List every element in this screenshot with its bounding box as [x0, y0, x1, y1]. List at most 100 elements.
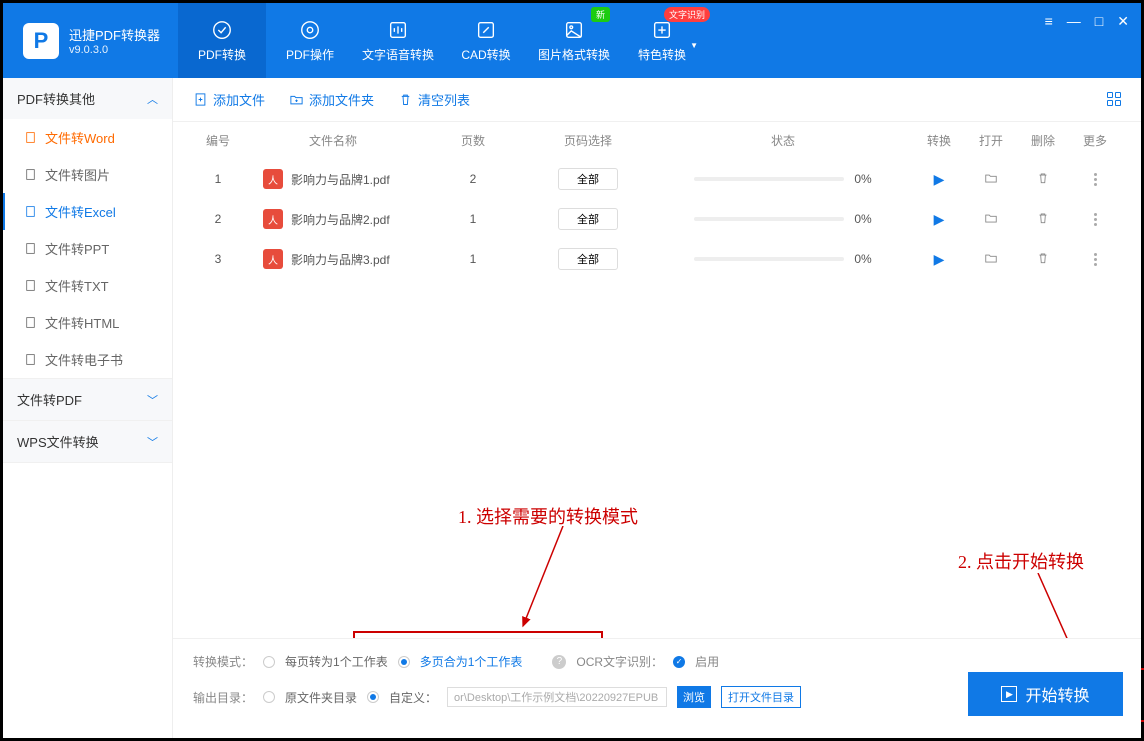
nav-tab-cad[interactable]: CAD转换 [442, 3, 530, 78]
file-icon [23, 131, 37, 145]
nav-tab-label: 文字语音转换 [362, 46, 434, 63]
col-index: 编号 [193, 132, 243, 149]
pdf-icon: 人 [263, 249, 283, 269]
out-opt-label[interactable]: 自定义： [389, 689, 437, 706]
col-more: 更多 [1069, 132, 1121, 149]
sidebar-section-file-to-pdf[interactable]: 文件转PDF ﹀ [3, 379, 172, 420]
radio-mode-merge[interactable] [398, 656, 410, 668]
more-icon[interactable] [1069, 253, 1121, 266]
sidebar-item-excel[interactable]: 文件转Excel [3, 193, 172, 230]
content-area: 添加文件 添加文件夹 清空列表 编号 文件名称 页数 页码选择 状态 转换 打开… [173, 78, 1141, 738]
open-folder-icon[interactable] [984, 174, 998, 188]
app-title: 迅捷PDF转换器 [69, 25, 160, 44]
ocr-label: OCR文字识别： [576, 653, 663, 670]
sidebar-section-label: 文件转PDF [17, 390, 82, 409]
cad-icon [474, 18, 498, 42]
add-file-button[interactable]: 添加文件 [193, 90, 265, 109]
radio-out-custom[interactable] [367, 691, 379, 703]
table-header: 编号 文件名称 页数 页码选择 状态 转换 打开 删除 更多 [173, 122, 1141, 159]
mode-label: 转换模式： [193, 653, 253, 670]
start-convert-button[interactable]: ▶ 开始转换 [968, 672, 1123, 716]
open-folder-icon[interactable] [984, 214, 998, 228]
convert-play-icon[interactable]: ▶ [934, 171, 945, 187]
page-select-button[interactable]: 全部 [558, 248, 618, 270]
nav-tab-label: PDF转换 [198, 46, 246, 63]
mode-opt-label[interactable]: 多页合为1个工作表 [420, 653, 523, 670]
col-convert: 转换 [913, 132, 965, 149]
add-folder-button[interactable]: 添加文件夹 [289, 90, 374, 109]
row-index: 1 [193, 172, 243, 186]
sidebar-section-label: WPS文件转换 [17, 432, 99, 451]
radio-out-original[interactable] [263, 691, 275, 703]
nav-tab-special[interactable]: 文字识别 特色转换 ▼ [618, 3, 706, 78]
convert-play-icon[interactable]: ▶ [934, 251, 945, 267]
more-icon[interactable] [1069, 213, 1121, 226]
table-row: 1 人 影响力与品牌1.pdf 2 全部 0% ▶ [173, 159, 1141, 199]
delete-icon[interactable] [1036, 174, 1050, 188]
more-icon[interactable] [1069, 173, 1121, 186]
sidebar: PDF转换其他 ︿ 文件转Word 文件转图片 文件转Excel 文件转PPT [3, 78, 173, 738]
app-logo-icon: P [23, 23, 59, 59]
file-icon [23, 205, 37, 219]
close-icon[interactable]: ✕ [1117, 13, 1129, 30]
annotation-1: 1. 选择需要的转换模式 [458, 503, 638, 529]
nav-tab-text-voice[interactable]: 文字语音转换 [354, 3, 442, 78]
ocr-checkbox[interactable]: ✓ [673, 656, 685, 668]
folder-plus-icon [289, 92, 304, 107]
sidebar-item-label: 文件转图片 [45, 165, 110, 184]
minimize-icon[interactable]: — [1067, 13, 1081, 30]
row-filename: 人 影响力与品牌1.pdf [243, 169, 423, 189]
nav-tab-label: CAD转换 [461, 46, 510, 63]
output-label: 输出目录： [193, 689, 253, 706]
progress-text: 0% [854, 252, 871, 266]
table-row: 2 人 影响力与品牌2.pdf 1 全部 0% ▶ [173, 199, 1141, 239]
sidebar-section-label: PDF转换其他 [17, 89, 95, 108]
page-select-button[interactable]: 全部 [558, 168, 618, 190]
row-filename: 人 影响力与品牌2.pdf [243, 209, 423, 229]
open-folder-button[interactable]: 打开文件目录 [721, 686, 801, 708]
sidebar-section-wps[interactable]: WPS文件转换 ﹀ [3, 421, 172, 462]
progress-bar [694, 217, 844, 221]
sidebar-item-label: 文件转电子书 [45, 350, 123, 369]
window-controls: ≡ — □ ✕ [1045, 13, 1129, 30]
radio-mode-per-page[interactable] [263, 656, 275, 668]
col-delete: 删除 [1017, 132, 1069, 149]
annotation-2: 2. 点击开始转换 [958, 548, 1084, 574]
sidebar-item-ebook[interactable]: 文件转电子书 [3, 341, 172, 378]
open-folder-icon[interactable] [984, 254, 998, 268]
output-path-input[interactable] [447, 687, 667, 707]
maximize-icon[interactable]: □ [1095, 13, 1103, 30]
nav-tab-label: 图片格式转换 [538, 46, 610, 63]
delete-icon[interactable] [1036, 214, 1050, 228]
sidebar-item-html[interactable]: 文件转HTML [3, 304, 172, 341]
sidebar-item-label: 文件转PPT [45, 239, 109, 258]
chevron-down-icon: ﹀ [147, 392, 158, 408]
view-grid-icon[interactable] [1107, 92, 1121, 106]
out-opt-label[interactable]: 原文件夹目录 [285, 689, 357, 706]
browse-button[interactable]: 浏览 [677, 686, 711, 708]
sidebar-item-label: 文件转HTML [45, 313, 119, 332]
sidebar-item-ppt[interactable]: 文件转PPT [3, 230, 172, 267]
file-icon [23, 279, 37, 293]
pdf-icon: 人 [263, 209, 283, 229]
badge-ocr: 文字识别 [664, 7, 710, 22]
sidebar-item-word[interactable]: 文件转Word [3, 119, 172, 156]
nav-tab-pdf-operate[interactable]: PDF操作 [266, 3, 354, 78]
menu-icon[interactable]: ≡ [1045, 13, 1053, 30]
col-page-select: 页码选择 [523, 132, 653, 149]
clear-list-button[interactable]: 清空列表 [398, 90, 470, 109]
delete-icon[interactable] [1036, 254, 1050, 268]
sidebar-item-image[interactable]: 文件转图片 [3, 156, 172, 193]
help-icon[interactable]: ? [552, 655, 566, 669]
convert-play-icon[interactable]: ▶ [934, 211, 945, 227]
mode-opt-label[interactable]: 每页转为1个工作表 [285, 653, 388, 670]
play-icon: ▶ [1001, 686, 1017, 702]
app-version: v9.0.3.0 [69, 44, 160, 56]
nav-tab-image[interactable]: 新 图片格式转换 [530, 3, 618, 78]
sidebar-item-txt[interactable]: 文件转TXT [3, 267, 172, 304]
sidebar-section-pdf-to-other[interactable]: PDF转换其他 ︿ [3, 78, 172, 119]
page-select-button[interactable]: 全部 [558, 208, 618, 230]
nav-tab-pdf-convert[interactable]: PDF转换 [178, 3, 266, 78]
tool-btn-label: 清空列表 [418, 90, 470, 109]
progress-text: 0% [854, 212, 871, 226]
